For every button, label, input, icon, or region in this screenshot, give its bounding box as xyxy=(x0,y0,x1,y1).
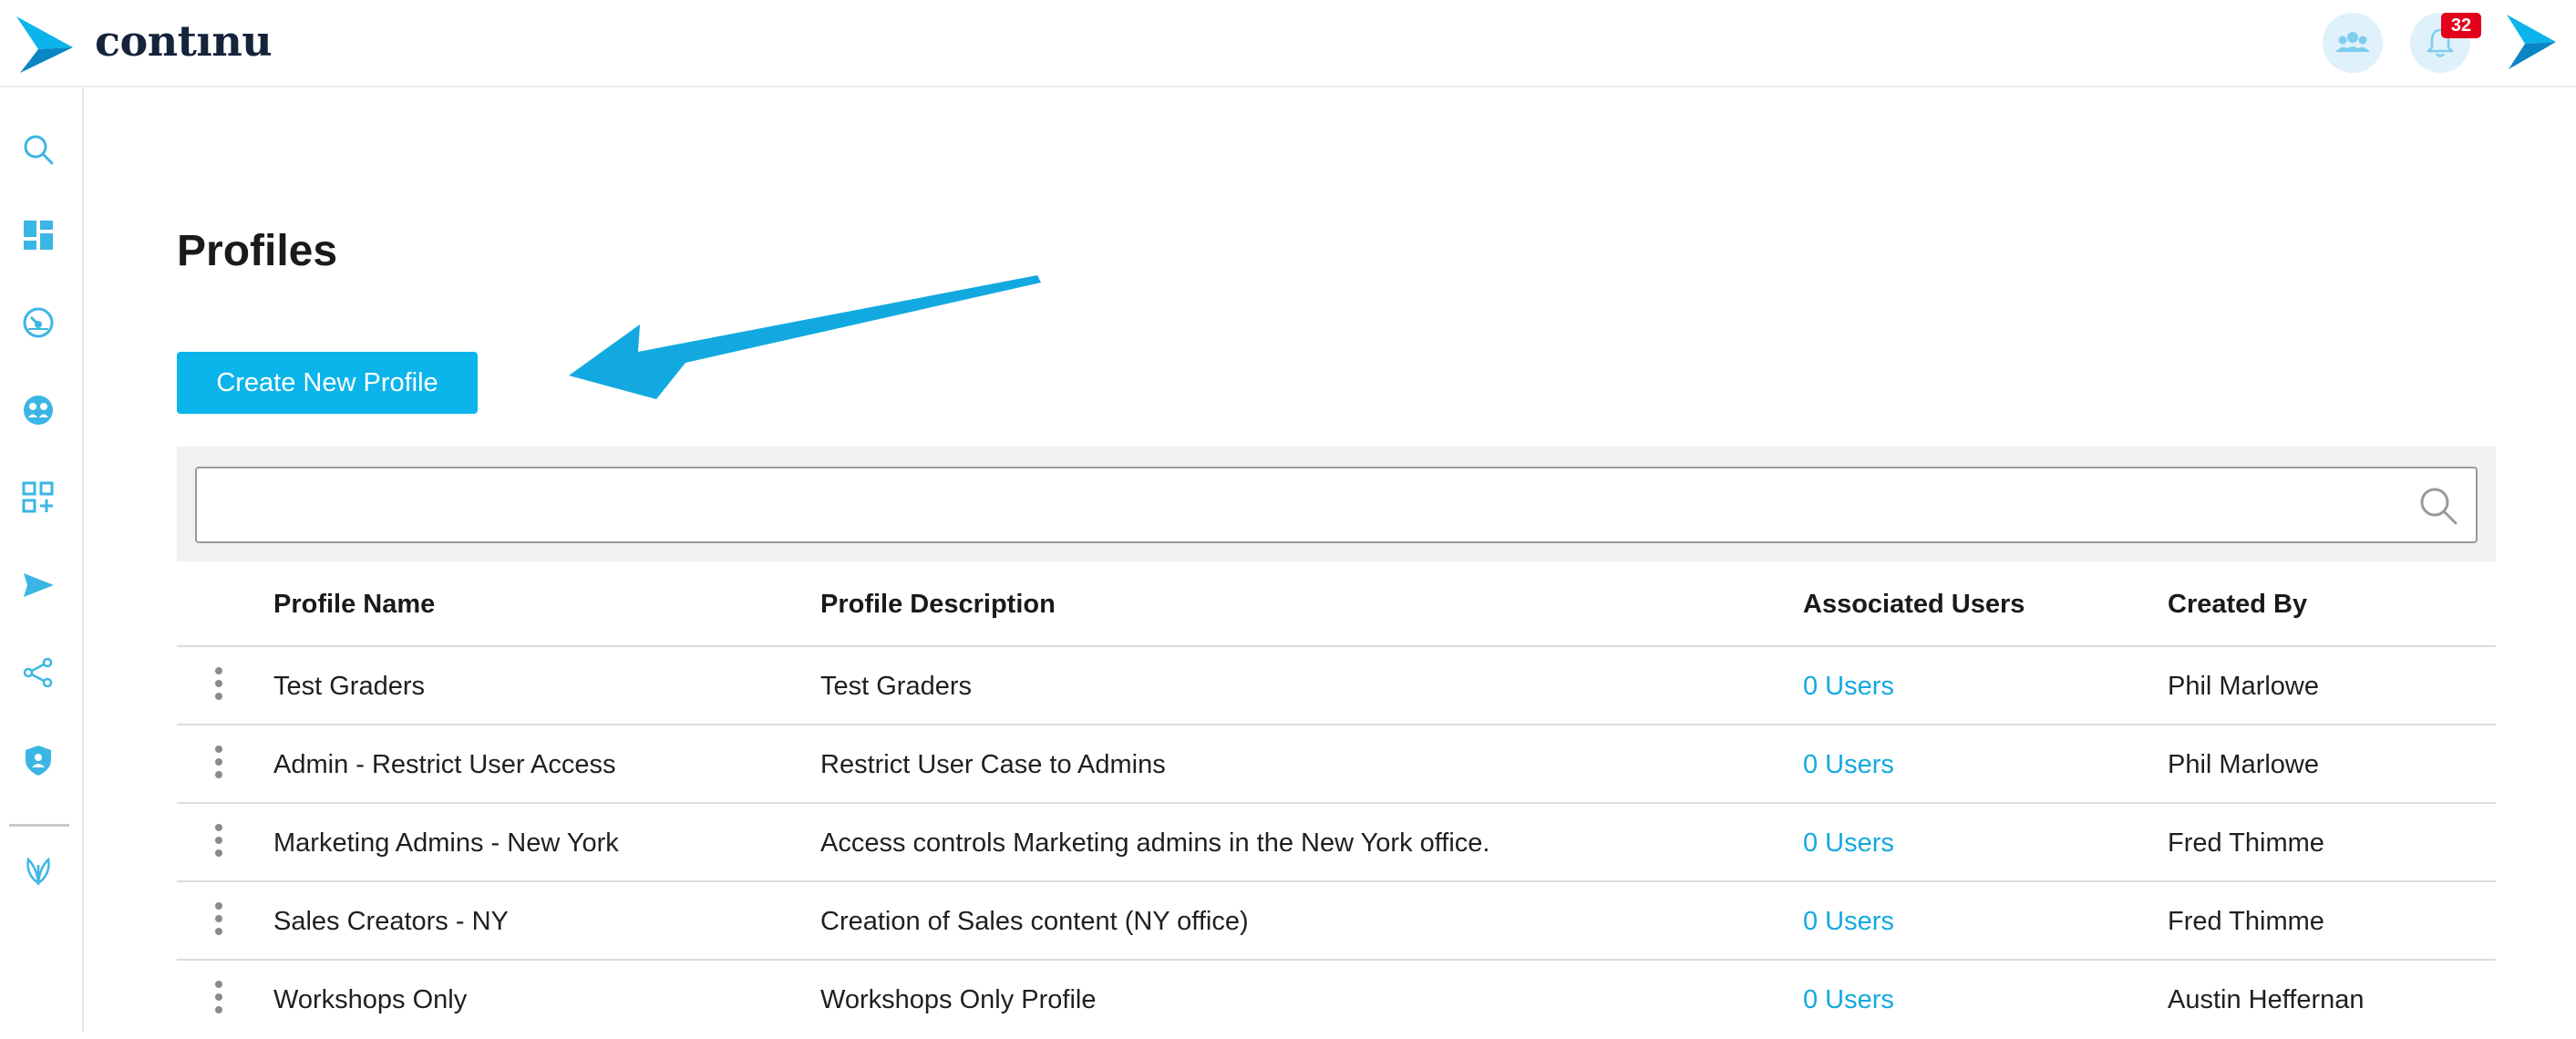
brand-name: contınu xyxy=(95,16,273,66)
profile-name: Admin - Restrict User Access xyxy=(273,750,616,779)
created-by: Phil Marlowe xyxy=(2168,672,2319,701)
share-icon xyxy=(23,657,53,688)
created-by: Austin Heffernan xyxy=(2168,985,2365,1014)
continu-arrow-icon xyxy=(16,16,73,73)
sidebar-item-brand[interactable] xyxy=(20,851,57,888)
associated-users-link[interactable]: 0 Users xyxy=(1803,804,1894,882)
created-by: Fred Thimme xyxy=(2168,828,2324,858)
profile-name: Test Graders xyxy=(273,672,425,701)
column-header-created-by[interactable]: Created By xyxy=(2168,569,2307,647)
row-actions-menu-icon[interactable] xyxy=(211,746,226,784)
sidebar-item-dashboard[interactable] xyxy=(20,217,57,253)
table-row: Workshops Only Workshops Only Profile 0 … xyxy=(177,961,2496,1039)
add-widgets-icon xyxy=(22,481,54,513)
dashboard-icon xyxy=(24,221,53,250)
profile-description: Restrict User Case to Admins xyxy=(820,750,1166,779)
created-by: Phil Marlowe xyxy=(2168,750,2319,779)
profile-description: Workshops Only Profile xyxy=(820,985,1097,1014)
users-button[interactable] xyxy=(2323,13,2383,73)
created-by: Fred Thimme xyxy=(2168,907,2324,936)
column-header-profile-name[interactable]: Profile Name xyxy=(273,569,435,647)
sidebar-item-admin[interactable] xyxy=(20,742,57,778)
sidebar-item-search[interactable] xyxy=(20,131,57,168)
search-input[interactable] xyxy=(197,468,2403,541)
sidebar-divider xyxy=(9,824,69,827)
table-row: Sales Creators - NY Creation of Sales co… xyxy=(177,882,2496,961)
page-title: Profiles xyxy=(177,227,338,275)
sidebar-item-widgets[interactable] xyxy=(20,479,57,516)
admin-shield-icon xyxy=(26,746,51,776)
profile-name: Marketing Admins - New York xyxy=(273,828,619,858)
column-header-profile-description[interactable]: Profile Description xyxy=(820,569,1056,647)
column-header-associated-users[interactable]: Associated Users xyxy=(1803,569,2025,647)
table-row: Test Graders Test Graders 0 Users Phil M… xyxy=(177,647,2496,725)
continu-menu-icon[interactable] xyxy=(2505,13,2558,71)
send-icon xyxy=(24,573,54,597)
table-row: Marketing Admins - New York Access contr… xyxy=(177,804,2496,882)
search-panel xyxy=(177,447,2496,561)
table-header: Profile Name Profile Description Associa… xyxy=(177,569,2496,647)
sidebar-item-explore[interactable] xyxy=(20,304,57,341)
profile-name: Workshops Only xyxy=(273,985,468,1014)
notification-count-badge: 32 xyxy=(2441,13,2481,38)
profile-description: Creation of Sales content (NY office) xyxy=(820,907,1249,936)
continu-logo[interactable]: contınu xyxy=(15,15,273,75)
associated-users-link[interactable]: 0 Users xyxy=(1803,725,1894,804)
profile-description: Access controls Marketing admins in the … xyxy=(820,828,1490,858)
top-header: contınu 32 xyxy=(0,0,2576,87)
community-icon xyxy=(24,396,53,425)
sidebar-nav xyxy=(0,87,84,1032)
search-field[interactable] xyxy=(195,467,2478,543)
create-new-profile-button[interactable]: Create New Profile xyxy=(177,352,478,414)
compass-icon xyxy=(23,307,54,338)
row-actions-menu-icon[interactable] xyxy=(211,981,226,1019)
annotation-arrow xyxy=(569,275,1041,399)
sidebar-item-share[interactable] xyxy=(20,654,57,691)
sidebar-item-send[interactable] xyxy=(20,567,57,603)
row-actions-menu-icon[interactable] xyxy=(211,824,226,862)
associated-users-link[interactable]: 0 Users xyxy=(1803,882,1894,961)
table-row: Admin - Restrict User Access Restrict Us… xyxy=(177,725,2496,804)
search-icon[interactable] xyxy=(2417,485,2459,527)
search-icon xyxy=(24,135,54,165)
users-icon xyxy=(2335,32,2370,52)
profiles-table: Profile Name Profile Description Associa… xyxy=(177,569,2496,1039)
sidebar-item-community[interactable] xyxy=(20,392,57,428)
associated-users-link[interactable]: 0 Users xyxy=(1803,961,1894,1039)
row-actions-menu-icon[interactable] xyxy=(211,902,226,941)
profile-name: Sales Creators - NY xyxy=(273,907,509,936)
profile-description: Test Graders xyxy=(820,672,972,701)
associated-users-link[interactable]: 0 Users xyxy=(1803,647,1894,725)
row-actions-menu-icon[interactable] xyxy=(211,667,226,705)
leaf-logo-icon xyxy=(26,857,50,886)
